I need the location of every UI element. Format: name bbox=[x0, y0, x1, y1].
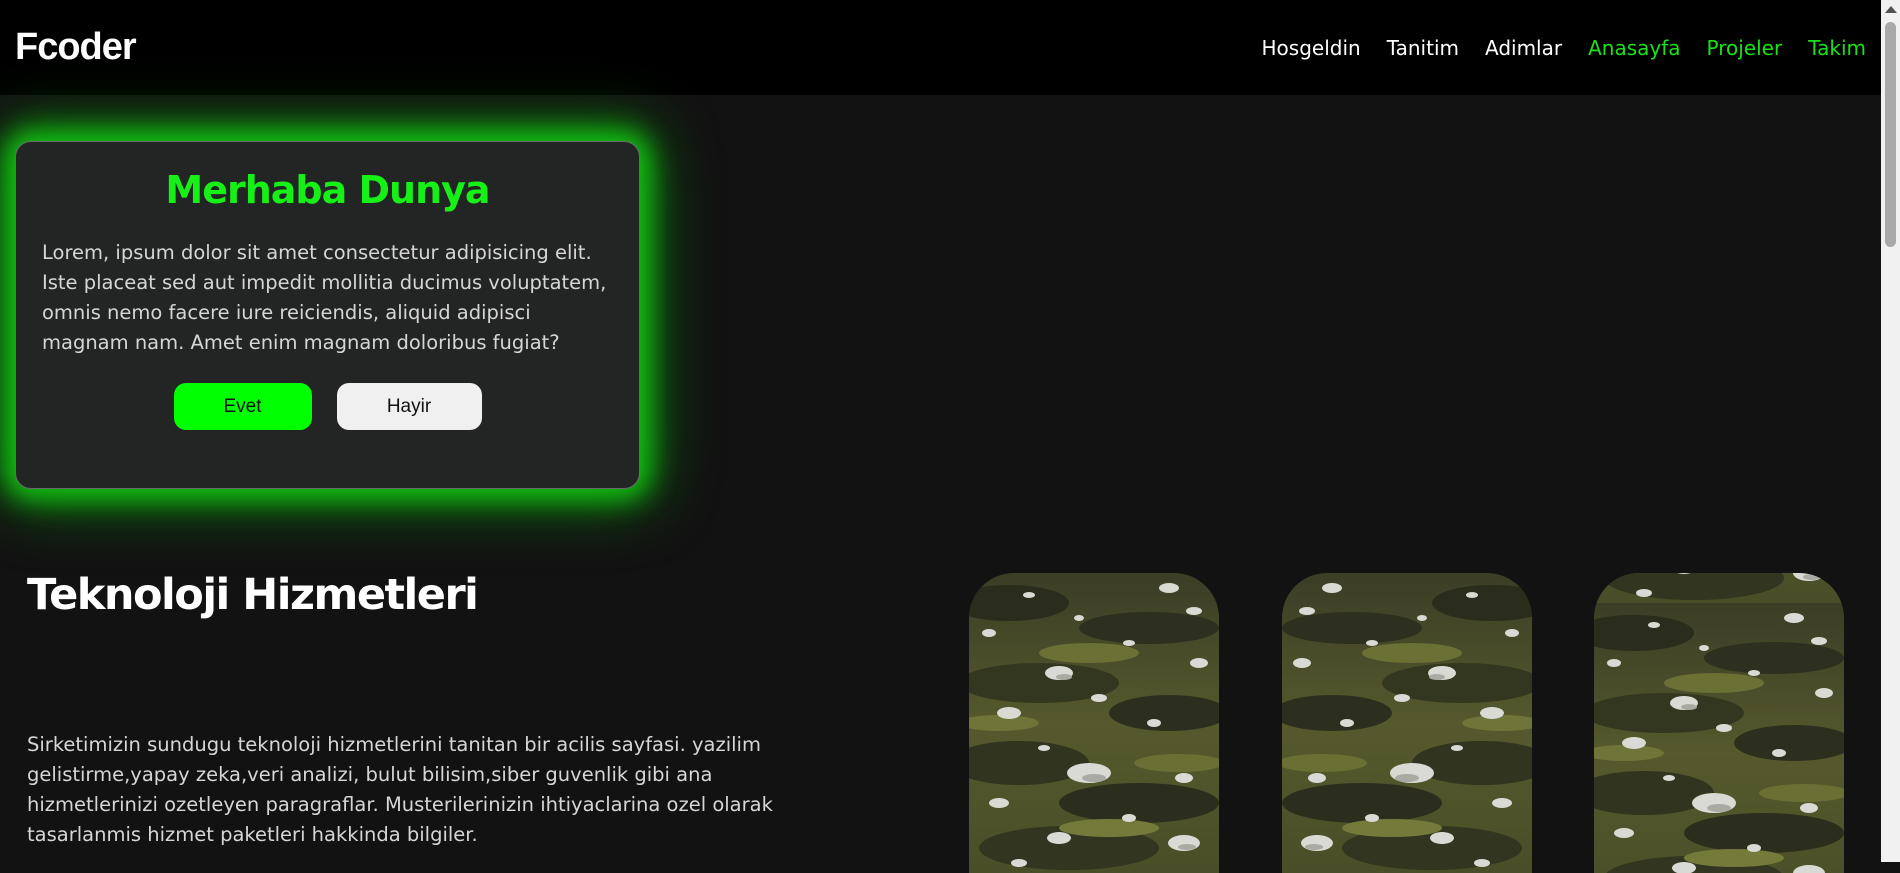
card-title: Merhaba Dunya bbox=[165, 168, 490, 212]
nav-link-projeler[interactable]: Projeler bbox=[1707, 36, 1783, 60]
card-text: Lorem, ipsum dolor sit amet consectetur … bbox=[42, 241, 607, 354]
services-title: Teknoloji Hizmetleri bbox=[27, 570, 479, 620]
yes-button[interactable]: Evet bbox=[173, 383, 312, 430]
grass-field-image bbox=[1594, 573, 1844, 873]
card-buttons: Evet Hayir bbox=[42, 383, 613, 430]
nav-link-tanitim[interactable]: Tanitim bbox=[1387, 36, 1459, 60]
grass-field-image bbox=[969, 573, 1219, 873]
no-button[interactable]: Hayir bbox=[336, 383, 482, 430]
brand-logo[interactable]: Fcoder bbox=[15, 26, 137, 69]
nav-link-adimlar[interactable]: Adimlar bbox=[1485, 36, 1562, 60]
services-text: Sirketimizin sundugu teknoloji hizmetler… bbox=[27, 733, 773, 846]
navbar: Fcoder Hosgeldin Tanitim Adimlar Anasayf… bbox=[0, 0, 1881, 95]
nav-link-anasayfa[interactable]: Anasayfa bbox=[1588, 36, 1680, 60]
scroll-up-arrow-icon[interactable] bbox=[1885, 6, 1897, 13]
nav-link-hosgeldin[interactable]: Hosgeldin bbox=[1262, 36, 1361, 60]
nav-links: Hosgeldin Tanitim Adimlar Anasayfa Proje… bbox=[1262, 36, 1866, 60]
page-scrollbar[interactable] bbox=[1881, 0, 1900, 862]
grass-field-image bbox=[1282, 573, 1532, 873]
welcome-card: Merhaba Dunya Lorem, ipsum dolor sit ame… bbox=[15, 141, 640, 489]
scroll-thumb[interactable] bbox=[1885, 22, 1896, 247]
nav-link-takim[interactable]: Takim bbox=[1808, 36, 1866, 60]
